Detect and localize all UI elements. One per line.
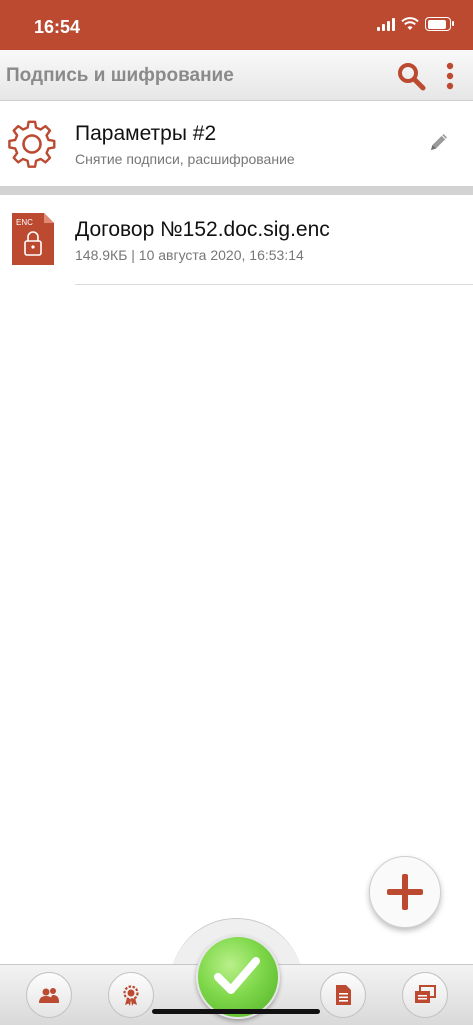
- tab-windows[interactable]: [402, 972, 448, 1018]
- plus-icon: [387, 874, 423, 910]
- settings-subtitle: Снятие подписи, расшифрование: [75, 151, 295, 167]
- checkmark-icon: [214, 957, 260, 994]
- settings-profile-row[interactable]: Параметры #2 Снятие подписи, расшифрован…: [0, 101, 473, 186]
- home-indicator: [152, 1009, 320, 1014]
- file-text: Договор №152.doc.sig.enc 148.9КБ | 10 ав…: [75, 218, 330, 263]
- file-badge: ENC: [16, 218, 33, 227]
- list-item[interactable]: ENC Договор №152.doc.sig.enc 148.9КБ | 1…: [0, 195, 473, 285]
- pencil-icon[interactable]: [428, 131, 450, 153]
- wifi-icon: [401, 17, 419, 30]
- section-divider: [0, 186, 473, 195]
- windows-icon: [415, 985, 436, 1003]
- gear-icon: [8, 120, 56, 168]
- status-bar: 16:54: [0, 0, 473, 50]
- contacts-icon: [39, 988, 59, 1003]
- more-vertical-icon[interactable]: [440, 61, 460, 91]
- tab-documents[interactable]: [320, 972, 366, 1018]
- page-title: Подпись и шифрование: [6, 65, 234, 86]
- encrypted-file-icon: ENC: [12, 213, 54, 265]
- settings-title: Параметры #2: [75, 122, 217, 145]
- settings-text: Параметры #2 Снятие подписи, расшифрован…: [75, 122, 295, 167]
- certificate-icon: [123, 985, 139, 1006]
- document-icon: [336, 985, 351, 1005]
- row-divider: [75, 284, 473, 285]
- toolbar: Подпись и шифрование: [0, 50, 473, 101]
- signal-icon: [377, 17, 395, 31]
- status-time: 16:54: [34, 17, 81, 37]
- tab-certificates[interactable]: [108, 972, 154, 1018]
- battery-icon: [425, 17, 454, 31]
- status-icons: [377, 17, 454, 31]
- tab-contacts[interactable]: [26, 972, 72, 1018]
- file-name: Договор №152.doc.sig.enc: [75, 218, 330, 241]
- file-meta: 148.9КБ | 10 августа 2020, 16:53:14: [75, 247, 304, 263]
- confirm-button[interactable]: [196, 935, 280, 1019]
- search-icon[interactable]: [396, 61, 426, 91]
- add-button[interactable]: [369, 856, 441, 928]
